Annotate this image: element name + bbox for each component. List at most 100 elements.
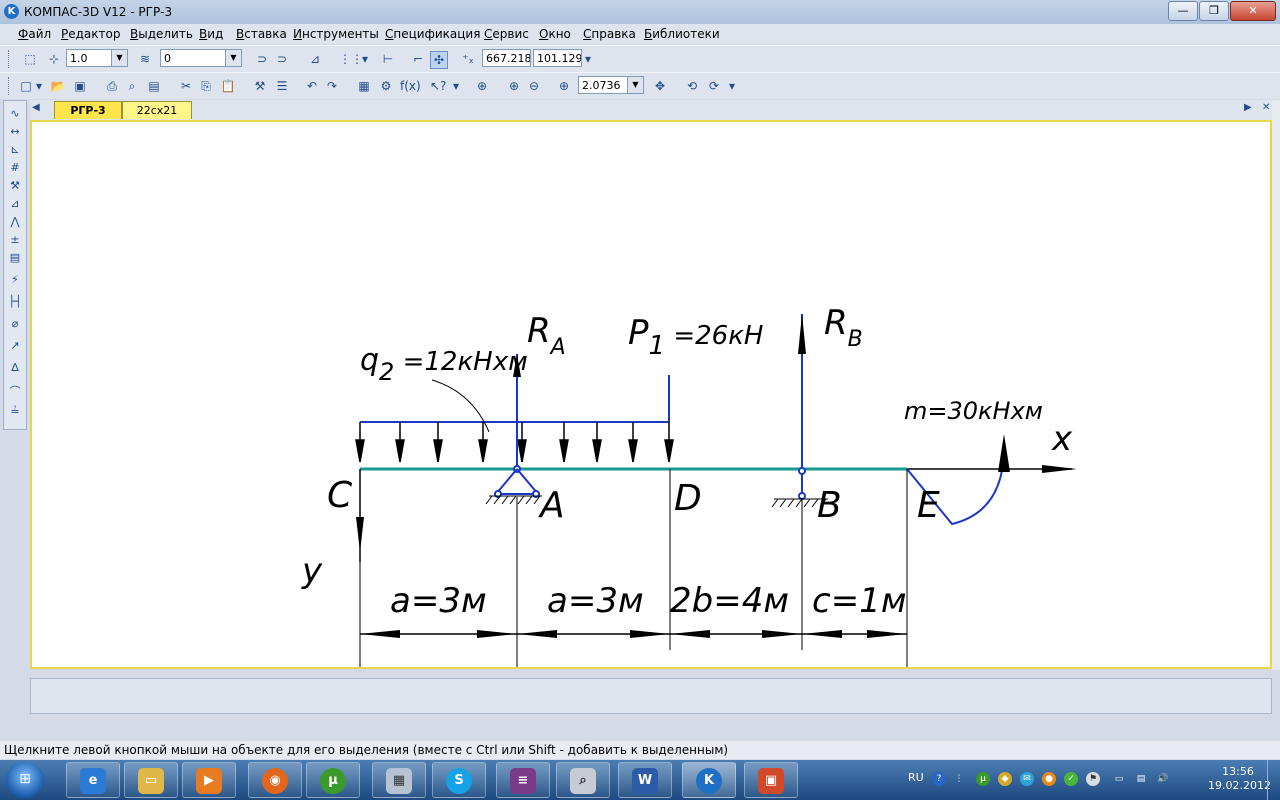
security-icon[interactable]: ✓: [1064, 772, 1078, 786]
dimensions-icon[interactable]: ↔: [7, 125, 23, 139]
messenger-icon[interactable]: ✉: [1020, 772, 1034, 786]
taskbar-ie[interactable]: e: [66, 762, 120, 798]
local-cs-icon[interactable]: ⊢: [380, 51, 396, 67]
layers-icon[interactable]: ≋: [137, 51, 153, 67]
language-indicator[interactable]: RU: [908, 771, 924, 784]
scale-icon[interactable]: ⊹: [46, 51, 62, 67]
vertical-scrollbar[interactable]: [1272, 100, 1280, 670]
magnet-icon[interactable]: ⊃: [254, 51, 270, 67]
zoom-in-icon[interactable]: ⊕: [506, 78, 522, 94]
menu-insert[interactable]: Вставка: [236, 27, 287, 41]
measure-icon[interactable]: ⊿: [7, 197, 23, 211]
zoom-window-icon[interactable]: ⊕: [474, 78, 490, 94]
chevron-down-icon[interactable]: ▾: [452, 78, 460, 94]
chain-dim-icon[interactable]: ≟: [7, 405, 23, 419]
properties-icon[interactable]: ▤: [146, 78, 162, 94]
previous-view-icon[interactable]: ⟳: [706, 78, 722, 94]
symbols-icon[interactable]: ⊾: [7, 143, 23, 157]
ortho-mode-icon[interactable]: ⌐: [410, 51, 426, 67]
menu-tools[interactable]: Инструменты: [293, 27, 379, 41]
tab-scroll-right-icon[interactable]: ▶: [1244, 102, 1252, 113]
minimize-button[interactable]: —: [1168, 1, 1198, 21]
tab-22cx21[interactable]: 22сх21: [122, 101, 192, 119]
menu-file[interactable]: Файл: [18, 27, 51, 41]
taskbar-utorrent[interactable]: µ: [306, 762, 360, 798]
chevron-down-icon[interactable]: ▾: [584, 51, 592, 67]
x-coordinate-field[interactable]: 667.218: [482, 49, 531, 67]
open-folder-icon[interactable]: 📂: [50, 78, 66, 94]
zoom-select[interactable]: 2.0736 ▼: [578, 76, 644, 94]
display-icon[interactable]: ▭: [1112, 772, 1126, 786]
spec-icon[interactable]: ±: [7, 233, 23, 247]
chevron-down-icon[interactable]: ▼: [627, 77, 643, 93]
cut-icon[interactable]: ✂: [178, 78, 194, 94]
redo-icon[interactable]: ↷: [324, 78, 340, 94]
drawing-canvas[interactable]: q2 =12кНхм RA P1 =26кН RB m=30кНхм x y C…: [30, 120, 1272, 670]
paste-icon[interactable]: 📋: [220, 78, 236, 94]
toolbar-grip[interactable]: [8, 50, 12, 68]
taskbar-kompas[interactable]: K: [682, 762, 736, 798]
select-icon[interactable]: ⋀: [7, 215, 23, 229]
taskbar-presentation[interactable]: ▣: [744, 762, 798, 798]
pan-icon[interactable]: ✥: [652, 78, 668, 94]
taskbar-search[interactable]: ⌕: [556, 762, 610, 798]
variables-icon[interactable]: f(x): [400, 78, 421, 94]
volume-icon[interactable]: 🔊: [1156, 772, 1170, 786]
start-button[interactable]: ⊞: [6, 762, 44, 798]
menu-help[interactable]: Справка: [583, 27, 636, 41]
refresh-view-icon[interactable]: ⟲: [684, 78, 700, 94]
arc-dim-icon[interactable]: ⌒: [7, 383, 23, 398]
layer-select[interactable]: 0 ▼: [160, 49, 242, 67]
show-desktop-button[interactable]: [1267, 760, 1280, 800]
help-icon[interactable]: ?: [932, 772, 946, 786]
taskbar-skype[interactable]: S: [432, 762, 486, 798]
utorrent-tray-icon[interactable]: µ: [976, 772, 990, 786]
taskbar-explorer[interactable]: ▭: [124, 762, 178, 798]
chevron-down-icon[interactable]: ▼: [225, 50, 241, 66]
menu-editor[interactable]: Редактор: [61, 27, 120, 41]
list-icon[interactable]: ☰: [274, 78, 290, 94]
copy-icon[interactable]: ⎘: [198, 78, 214, 94]
angular-dim-icon[interactable]: ∆: [7, 361, 23, 375]
menu-view[interactable]: Вид: [199, 27, 223, 41]
y-coordinate-field[interactable]: 101.129: [533, 49, 582, 67]
format-painter-icon[interactable]: ⚒: [252, 78, 268, 94]
antivirus-icon[interactable]: ◆: [998, 772, 1012, 786]
snap-points-icon[interactable]: ✣: [430, 51, 448, 69]
reports-icon[interactable]: ▤: [7, 251, 23, 265]
edit-icon[interactable]: #: [7, 161, 23, 175]
print-icon[interactable]: ⎙: [104, 78, 120, 94]
parametrization-icon[interactable]: ⚒: [7, 179, 23, 193]
chevron-down-icon[interactable]: ▾: [728, 78, 736, 94]
flag-icon[interactable]: ⚑: [1086, 772, 1100, 786]
close-button[interactable]: ✕: [1230, 1, 1276, 21]
zoom-scale-icon[interactable]: ⊕: [556, 78, 572, 94]
close-document-icon[interactable]: ✕: [1262, 102, 1270, 113]
geometry-icon[interactable]: ∿: [7, 107, 23, 121]
menu-libraries[interactable]: Библиотеки: [644, 27, 720, 41]
library-icon[interactable]: ⚙: [378, 78, 394, 94]
diameter-dim-icon[interactable]: ⌀: [7, 317, 23, 331]
radial-dim-icon[interactable]: ↗: [7, 339, 23, 353]
zoom-out-icon[interactable]: ⊖: [526, 78, 542, 94]
taskbar-winrar[interactable]: ≡: [496, 762, 550, 798]
save-icon[interactable]: ▣: [72, 78, 88, 94]
new-document-icon[interactable]: □: [18, 78, 34, 94]
menu-select[interactable]: Выделить: [130, 27, 193, 41]
chevron-down-icon[interactable]: ▾: [35, 78, 43, 94]
snap-magnet-icon[interactable]: ⊃: [274, 51, 290, 67]
horizontal-dim-icon[interactable]: ├┤: [7, 295, 23, 309]
taskbar-calculator[interactable]: ▦: [372, 762, 426, 798]
taskbar-media[interactable]: ▶: [182, 762, 236, 798]
orthogonal-icon[interactable]: ⊿: [307, 51, 323, 67]
tab-rgr-3[interactable]: РГР-3: [54, 101, 122, 119]
tab-scroll-left-icon[interactable]: ◀: [32, 102, 40, 113]
network-icon[interactable]: ⋮: [952, 772, 966, 786]
linear-dim-icon[interactable]: ⚡: [7, 273, 23, 287]
chevron-down-icon[interactable]: ▼: [111, 50, 127, 66]
line-scale-select[interactable]: 1.0 ▼: [66, 49, 128, 67]
toolbar-grip[interactable]: [8, 77, 12, 95]
menu-specification[interactable]: Спецификация: [385, 27, 480, 41]
menu-service[interactable]: Сервис: [484, 27, 529, 41]
clock[interactable]: 13:56 19.02.2012: [1208, 765, 1271, 793]
